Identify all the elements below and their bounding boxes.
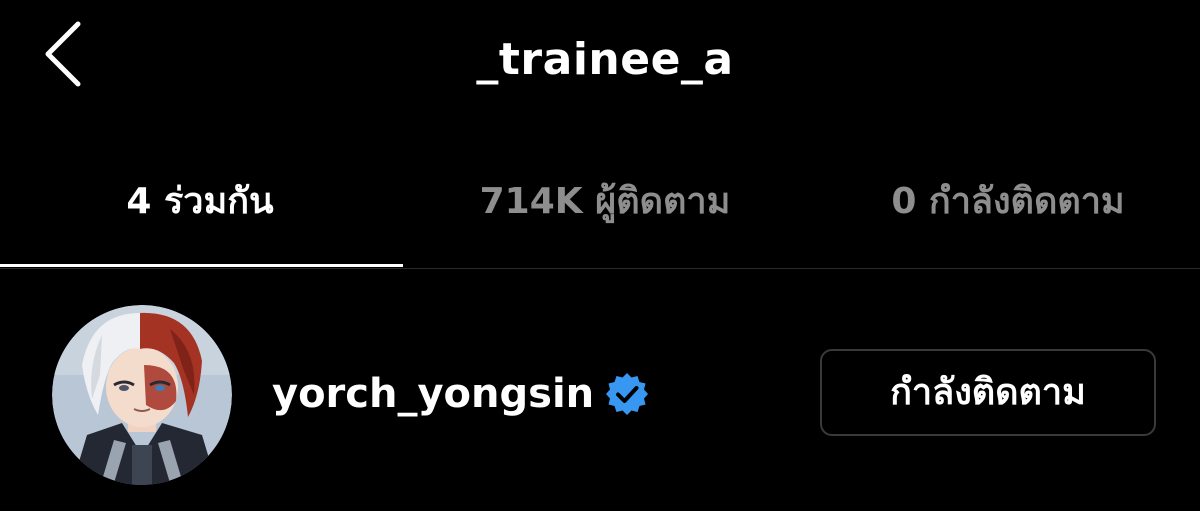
tab-followers[interactable]: 714K ผู้ติดตาม bbox=[400, 174, 810, 230]
verified-badge-icon bbox=[604, 371, 650, 417]
list-item: yorch_yongsin กำลังติดตาม bbox=[0, 290, 1200, 500]
active-tab-indicator bbox=[0, 264, 403, 267]
username: yorch_yongsin bbox=[272, 371, 595, 417]
username-container[interactable]: yorch_yongsin bbox=[272, 366, 650, 422]
avatar[interactable] bbox=[52, 305, 232, 485]
tab-following[interactable]: 0 กำลังติดตาม bbox=[808, 174, 1200, 230]
tab-bar: 4 ร่วมกัน 714K ผู้ติดตาม 0 กำลังติดตาม bbox=[0, 150, 1200, 269]
top-bar: _trainee_a bbox=[0, 0, 1200, 120]
avatar-image bbox=[52, 305, 232, 485]
following-button[interactable]: กำลังติดตาม bbox=[820, 349, 1156, 436]
page-title: _trainee_a bbox=[476, 34, 734, 85]
tab-mutual[interactable]: 4 ร่วมกัน bbox=[0, 174, 400, 230]
